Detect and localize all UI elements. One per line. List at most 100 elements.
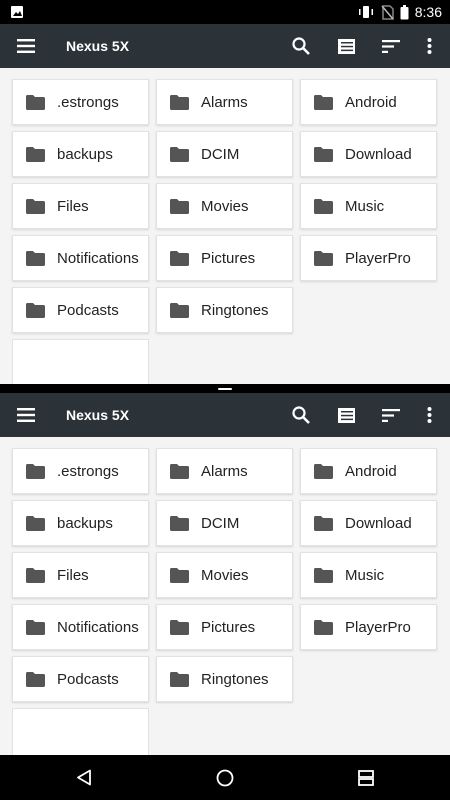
folder-icon [314, 199, 333, 214]
folder-name: Music [345, 198, 385, 215]
top-pane: Nexus 5X .estrongs Alarms Android backups DC… [0, 24, 450, 384]
folder-icon [170, 568, 189, 583]
back-icon [77, 769, 91, 786]
sort-button[interactable] [371, 393, 411, 437]
navigation-bar [0, 755, 450, 800]
folder-name: Pictures [201, 619, 256, 636]
folder-icon [26, 464, 45, 479]
folder-name: backups [57, 515, 113, 532]
more-options-button[interactable] [409, 24, 449, 68]
folder-tile[interactable]: Download [300, 500, 437, 546]
no-sim-icon [381, 4, 394, 20]
sort-icon [382, 39, 400, 53]
search-icon [292, 406, 310, 424]
folder-icon [314, 95, 333, 110]
folder-grid: .estrongs Alarms Android backups DCIM Downloa… [0, 437, 450, 755]
folder-tile[interactable]: .estrongs [12, 79, 149, 125]
folder-name: .estrongs [57, 463, 119, 480]
menu-button[interactable] [6, 24, 46, 68]
splitter-handle[interactable] [218, 387, 232, 390]
folder-grid: .estrongs Alarms Android backups DCIM Downloa… [0, 68, 450, 384]
folder-tile[interactable]: Music [300, 183, 437, 229]
folder-tile[interactable]: Alarms [156, 448, 293, 494]
folder-icon [314, 464, 333, 479]
folder-name: PlayerPro [345, 250, 411, 267]
folder-name: PlayerPro [345, 619, 411, 636]
folder-name: Podcasts [57, 671, 119, 688]
folder-name: Android [345, 463, 397, 480]
folder-icon [26, 199, 45, 214]
recents-icon [358, 769, 374, 786]
sort-button[interactable] [371, 24, 411, 68]
folder-name: Files [57, 567, 89, 584]
back-button[interactable] [54, 755, 114, 800]
folder-tile[interactable]: Movies [156, 552, 293, 598]
view-mode-button[interactable] [326, 24, 366, 68]
folder-tile[interactable]: PlayerPro [300, 235, 437, 281]
folder-tile[interactable]: Podcasts [12, 287, 149, 333]
folder-tile[interactable]: Ringtones [156, 287, 293, 333]
home-button[interactable] [195, 755, 255, 800]
bottom-toolbar: Nexus 5X [0, 393, 450, 437]
recents-button[interactable] [336, 755, 396, 800]
list-view-icon [337, 407, 355, 423]
folder-name: Files [57, 198, 89, 215]
folder-name: Movies [201, 198, 249, 215]
search-button[interactable] [281, 393, 321, 437]
folder-tile[interactable]: .estrongs [12, 448, 149, 494]
folder-tile[interactable]: Pictures [156, 235, 293, 281]
folder-tile[interactable]: Music [300, 552, 437, 598]
folder-tile[interactable]: DCIM [156, 131, 293, 177]
partial-tile [12, 708, 149, 755]
menu-button[interactable] [6, 393, 46, 437]
folder-name: Podcasts [57, 302, 119, 319]
folder-name: Notifications [57, 619, 139, 636]
folder-name: Download [345, 515, 412, 532]
folder-tile[interactable]: DCIM [156, 500, 293, 546]
image-notification-icon [10, 5, 24, 19]
folder-tile[interactable]: Download [300, 131, 437, 177]
search-icon [292, 37, 310, 55]
folder-tile[interactable]: Notifications [12, 235, 149, 281]
folder-icon [314, 568, 333, 583]
folder-icon [314, 251, 333, 266]
folder-icon [26, 251, 45, 266]
folder-name: Ringtones [201, 671, 269, 688]
folder-tile[interactable]: backups [12, 500, 149, 546]
folder-name: Music [345, 567, 385, 584]
folder-tile[interactable]: Pictures [156, 604, 293, 650]
folder-tile[interactable]: Alarms [156, 79, 293, 125]
folder-tile[interactable]: Notifications [12, 604, 149, 650]
folder-name: Pictures [201, 250, 256, 267]
folder-tile[interactable]: Android [300, 79, 437, 125]
folder-tile[interactable]: Movies [156, 183, 293, 229]
folder-tile[interactable]: Files [12, 183, 149, 229]
folder-icon [170, 303, 189, 318]
folder-icon [314, 147, 333, 162]
storage-title[interactable]: Nexus 5X [66, 24, 129, 68]
more-options-button[interactable] [409, 393, 449, 437]
screen: 8:36 Nexus 5X .estrongs Alarms Android back… [0, 0, 450, 800]
folder-icon [170, 147, 189, 162]
folder-tile[interactable]: Podcasts [12, 656, 149, 702]
menu-icon [17, 39, 35, 53]
folder-name: Notifications [57, 250, 139, 267]
view-mode-button[interactable] [326, 393, 366, 437]
pane-splitter[interactable] [0, 384, 450, 393]
storage-title[interactable]: Nexus 5X [66, 393, 129, 437]
folder-icon [26, 568, 45, 583]
partial-tile [12, 339, 149, 384]
sort-icon [382, 408, 400, 422]
more-vert-icon [427, 38, 431, 54]
status-bar: 8:36 [0, 0, 450, 24]
list-view-icon [337, 38, 355, 54]
folder-icon [170, 251, 189, 266]
folder-tile[interactable]: Ringtones [156, 656, 293, 702]
folder-icon [26, 620, 45, 635]
search-button[interactable] [281, 24, 321, 68]
menu-icon [17, 408, 35, 422]
folder-tile[interactable]: PlayerPro [300, 604, 437, 650]
folder-tile[interactable]: backups [12, 131, 149, 177]
folder-tile[interactable]: Android [300, 448, 437, 494]
folder-tile[interactable]: Files [12, 552, 149, 598]
